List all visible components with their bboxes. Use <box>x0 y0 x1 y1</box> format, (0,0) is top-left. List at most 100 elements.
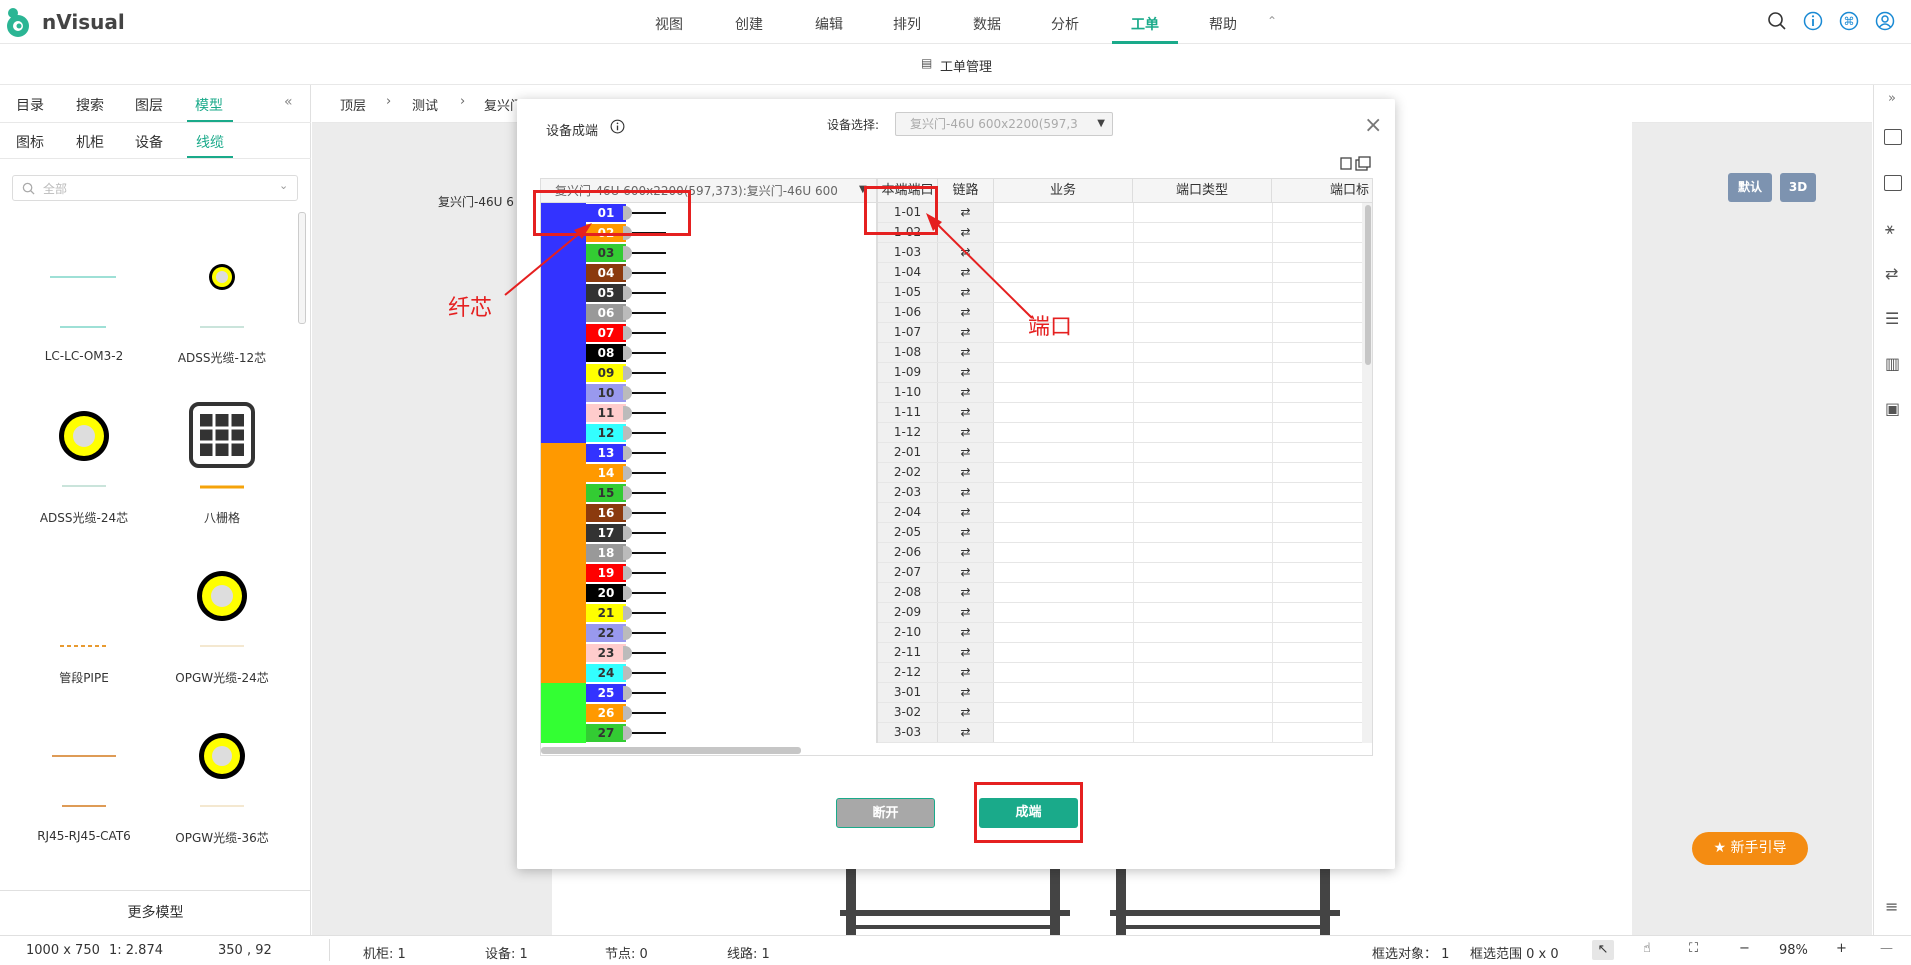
fiber-core[interactable]: 17 <box>586 524 626 542</box>
fiber-core[interactable]: 10 <box>586 384 626 402</box>
layers-icon[interactable]: ☰ <box>1885 309 1899 328</box>
default-view-button[interactable]: 默认 <box>1728 173 1772 202</box>
table-row[interactable]: 1-06 ⇄ <box>878 303 1362 323</box>
table-row[interactable]: 1-12 ⇄ <box>878 423 1362 443</box>
fiber-connector[interactable] <box>623 286 632 300</box>
guide-button[interactable]: ★ 新手引导 <box>1692 832 1808 865</box>
link-icon[interactable]: ⇄ <box>938 583 994 602</box>
collapse-left-icon[interactable]: « <box>284 94 293 110</box>
table-row[interactable]: 1-02 ⇄ <box>878 223 1362 243</box>
table-row[interactable]: 1-10 ⇄ <box>878 383 1362 403</box>
link-icon[interactable]: ⇄ <box>938 263 994 282</box>
table-row[interactable]: 2-08 ⇄ <box>878 583 1362 603</box>
subtab-cables[interactable]: 线缆 <box>196 132 224 152</box>
table-row[interactable]: 2-02 ⇄ <box>878 463 1362 483</box>
link-icon[interactable]: ⇄ <box>938 643 994 662</box>
model-item[interactable]: LC-LC-OM3-2 <box>14 349 154 363</box>
model-item[interactable]: 八栅格 <box>152 509 292 526</box>
subtab-icons[interactable]: 图标 <box>16 132 44 152</box>
table-row[interactable]: 2-03 ⇄ <box>878 483 1362 503</box>
fiber-core[interactable]: 20 <box>586 584 626 602</box>
fiber-core[interactable]: 27 <box>586 724 626 742</box>
fiber-core[interactable]: 09 <box>586 364 626 382</box>
monitor-icon[interactable]: ▣ <box>1885 399 1900 418</box>
link-icon[interactable]: ⇄ <box>938 463 994 482</box>
table-row[interactable]: 1-04 ⇄ <box>878 263 1362 283</box>
table-row[interactable]: 2-09 ⇄ <box>878 603 1362 623</box>
link-icon[interactable]: ⇄ <box>938 443 994 462</box>
table-row[interactable]: 2-12 ⇄ <box>878 663 1362 683</box>
fiber-connector[interactable] <box>623 406 632 420</box>
table-row[interactable]: 1-09 ⇄ <box>878 363 1362 383</box>
model-item[interactable]: 管段PIPE <box>14 669 154 686</box>
search-icon[interactable] <box>1767 11 1787 31</box>
user-icon[interactable] <box>1875 11 1895 31</box>
fiber-core[interactable]: 03 <box>586 244 626 262</box>
link-icon[interactable]: ⇄ <box>938 223 994 242</box>
collapse-status-icon[interactable]: — <box>1880 941 1893 956</box>
fiber-core[interactable]: 07 <box>586 324 626 342</box>
vertical-scroll-thumb[interactable] <box>1365 205 1371 365</box>
horizontal-scroll-thumb[interactable] <box>541 747 801 754</box>
fiber-core[interactable]: 04 <box>586 264 626 282</box>
copy-icon[interactable] <box>1339 156 1371 172</box>
list-icon[interactable] <box>1884 175 1902 191</box>
table-row[interactable]: 2-10 ⇄ <box>878 623 1362 643</box>
fiber-core[interactable]: 18 <box>586 544 626 562</box>
link-icon[interactable]: ⇄ <box>938 563 994 582</box>
tab-models[interactable]: 模型 <box>195 95 223 115</box>
table-row[interactable]: 2-07 ⇄ <box>878 563 1362 583</box>
table-row[interactable]: 1-05 ⇄ <box>878 283 1362 303</box>
fiber-connector[interactable] <box>623 306 632 320</box>
table-row[interactable]: 2-01 ⇄ <box>878 443 1362 463</box>
link-icon[interactable]: ⇄ <box>938 623 994 642</box>
zoom-in-icon[interactable]: + <box>1836 941 1847 956</box>
info-icon[interactable] <box>1803 11 1823 31</box>
table-row[interactable]: 1-07 ⇄ <box>878 323 1362 343</box>
3d-view-button[interactable]: 3D <box>1780 173 1816 202</box>
fiber-connector[interactable] <box>623 606 632 620</box>
menu-help[interactable]: 帮助 <box>1209 14 1237 34</box>
link-icon[interactable]: ⇄ <box>938 523 994 542</box>
fiber-connector[interactable] <box>623 466 632 480</box>
table-row[interactable]: 1-08 ⇄ <box>878 343 1362 363</box>
fiber-connector[interactable] <box>623 706 632 720</box>
table-row[interactable]: 2-11 ⇄ <box>878 643 1362 663</box>
fiber-core[interactable]: 15 <box>586 484 626 502</box>
fiber-connector[interactable] <box>623 666 632 680</box>
breadcrumb-top[interactable]: 顶层 <box>340 95 366 114</box>
table-row[interactable]: 2-05 ⇄ <box>878 523 1362 543</box>
link-icon[interactable]: ⇄ <box>938 283 994 302</box>
fiber-connector[interactable] <box>623 646 632 660</box>
fiber-connector[interactable] <box>623 346 632 360</box>
link-icon[interactable]: ⇄ <box>938 483 994 502</box>
tab-layers[interactable]: 图层 <box>135 95 163 115</box>
vertical-scrollbar[interactable] <box>1362 203 1372 743</box>
fiber-connector[interactable] <box>623 686 632 700</box>
close-icon[interactable]: × <box>1364 115 1382 137</box>
fiber-connector[interactable] <box>623 626 632 640</box>
fiber-connector[interactable] <box>623 526 632 540</box>
model-item[interactable]: OPGW光缆-36芯 <box>152 829 292 846</box>
fiber-core[interactable]: 24 <box>586 664 626 682</box>
fiber-connector[interactable] <box>623 566 632 580</box>
menu-workorder[interactable]: 工单 <box>1131 14 1159 34</box>
menu-data[interactable]: 数据 <box>973 14 1001 34</box>
fiber-connector[interactable] <box>623 386 632 400</box>
menu-create[interactable]: 创建 <box>735 14 763 34</box>
model-item[interactable]: ADSS光缆-12芯 <box>152 349 292 366</box>
pointer-icon[interactable]: ↖ <box>1592 940 1614 960</box>
model-search-input[interactable]: 全部 ⌄ <box>12 175 298 201</box>
network-icon[interactable]: ⚹ <box>1885 219 1895 239</box>
menu-view[interactable]: 视图 <box>655 14 683 34</box>
fullscreen-icon[interactable]: ⛶ <box>1689 941 1698 956</box>
more-models-button[interactable]: 更多模型 <box>0 890 311 935</box>
fiber-core[interactable]: 06 <box>586 304 626 322</box>
link-icon[interactable]: ⇄ <box>938 723 994 742</box>
left-scrollbar[interactable] <box>298 212 306 324</box>
table-row[interactable]: 2-04 ⇄ <box>878 503 1362 523</box>
route-icon[interactable]: ⇄ <box>1885 264 1898 283</box>
device-select[interactable]: 复兴门-46U 600x2200(597,3 ▼ <box>895 112 1113 136</box>
horizontal-scrollbar[interactable] <box>541 743 1372 755</box>
link-icon[interactable]: ⇄ <box>938 603 994 622</box>
